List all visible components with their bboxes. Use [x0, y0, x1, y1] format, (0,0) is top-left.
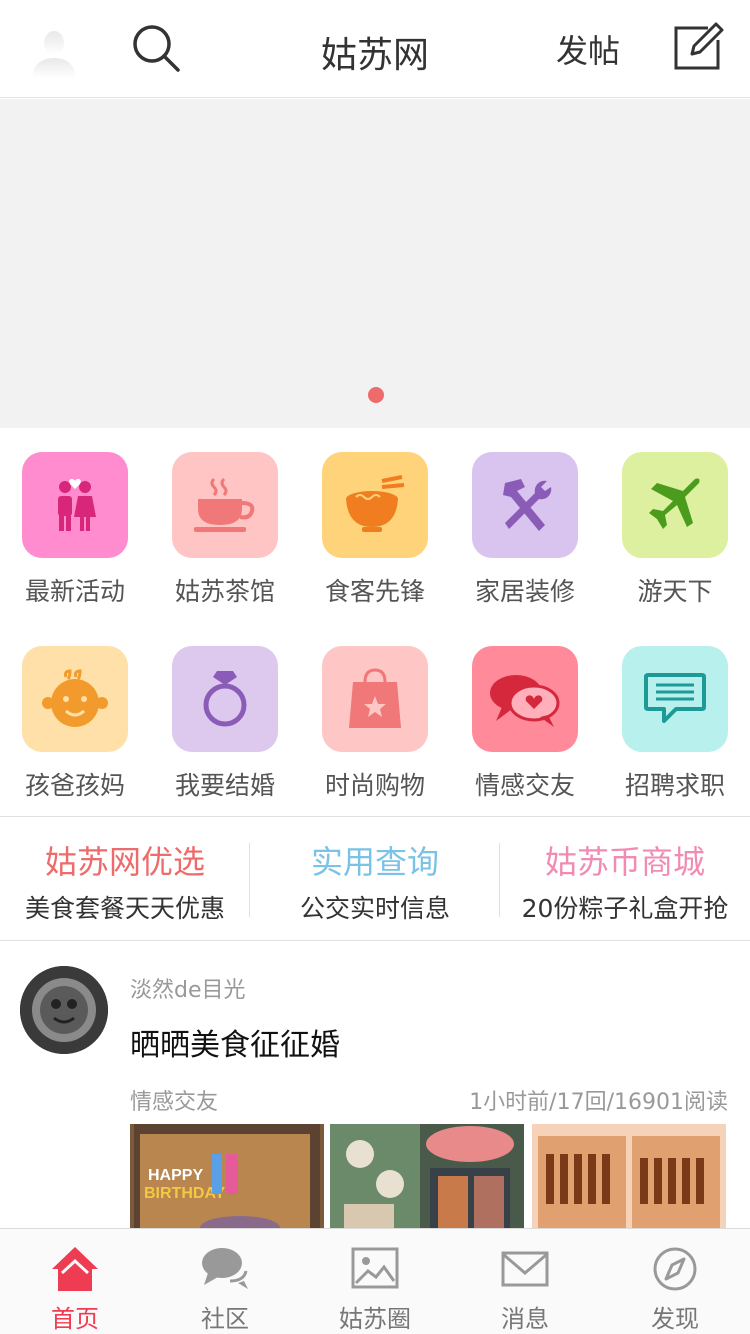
tab-label: 首页 — [51, 1305, 99, 1333]
category-label: 我要结婚 — [174, 771, 275, 800]
airplane-icon — [622, 452, 728, 558]
category-label: 最新活动 — [24, 577, 125, 606]
category-travel[interactable]: 游天下 — [600, 428, 750, 622]
category-label: 孩爸孩妈 — [24, 771, 125, 800]
tab-label: 发现 — [651, 1305, 699, 1333]
category-shopping[interactable]: 时尚购物 — [300, 622, 450, 816]
category-dating[interactable]: 情感交友 — [450, 622, 600, 816]
ring-icon — [172, 646, 278, 752]
tab-messages[interactable]: 消息 — [450, 1229, 600, 1334]
picture-icon — [351, 1247, 399, 1289]
noodle-bowl-icon — [322, 452, 428, 558]
tab-label: 社区 — [201, 1305, 249, 1333]
category-jobs[interactable]: 招聘求职 — [600, 622, 750, 816]
chat-heart-icon — [472, 646, 578, 752]
message-icon — [622, 646, 728, 752]
post-image-skewers[interactable] — [532, 1124, 726, 1228]
search-icon[interactable] — [130, 22, 182, 74]
category-label: 时尚购物 — [324, 771, 425, 800]
post-category[interactable]: 情感交友 — [130, 1084, 218, 1116]
post-button[interactable]: 发帖 — [556, 26, 620, 72]
couple-icon — [22, 452, 128, 558]
banner-carousel[interactable] — [0, 99, 750, 428]
post-title[interactable]: 晒晒美食征征婚 — [130, 1020, 340, 1064]
feature-title: 姑苏币商城 — [544, 843, 705, 881]
home-icon — [52, 1247, 98, 1291]
category-label: 招聘求职 — [624, 771, 725, 800]
category-teahouse[interactable]: 姑苏茶馆 — [150, 428, 300, 622]
edit-icon[interactable] — [672, 22, 724, 74]
category-parents[interactable]: 孩爸孩妈 — [0, 622, 150, 816]
category-label: 游天下 — [637, 577, 713, 606]
tab-community[interactable]: 社区 — [150, 1229, 300, 1334]
post-author[interactable]: 淡然de目光 — [130, 972, 246, 1004]
category-label: 家居装修 — [474, 577, 575, 606]
author-avatar[interactable] — [20, 966, 108, 1054]
category-label: 姑苏茶馆 — [174, 577, 275, 606]
tab-discover[interactable]: 发现 — [600, 1229, 750, 1334]
category-wedding[interactable]: 我要结婚 — [150, 622, 300, 816]
category-foodie[interactable]: 食客先锋 — [300, 428, 450, 622]
envelope-icon — [501, 1251, 549, 1287]
category-label: 情感交友 — [474, 771, 575, 800]
post-meta: 1小时前/17回/16901阅读 — [469, 1090, 728, 1115]
tab-label: 消息 — [501, 1305, 549, 1333]
tab-label: 姑苏圈 — [339, 1305, 411, 1333]
post-image-birthday[interactable]: HAPPY BIRTHDAY — [130, 1124, 324, 1228]
chat-bubbles-icon — [202, 1248, 248, 1289]
feature-coin-mall[interactable]: 姑苏币商城 20份粽子礼盒开抢 — [500, 817, 750, 941]
feature-links: 姑苏网优选 美食套餐天天优惠 实用查询 公交实时信息 姑苏币商城 20份粽子礼盒… — [0, 816, 750, 941]
baby-face-icon — [22, 646, 128, 752]
category-home-decor[interactable]: 家居装修 — [450, 428, 600, 622]
teacup-icon — [172, 452, 278, 558]
avatar-icon[interactable] — [28, 26, 80, 78]
category-label: 食客先锋 — [324, 577, 425, 606]
bottom-tab-bar: 首页 社区 姑苏圈 消息 发现 — [0, 1228, 750, 1334]
tab-gusu-circle[interactable]: 姑苏圈 — [300, 1229, 450, 1334]
svg-text:HAPPY: HAPPY — [148, 1167, 203, 1184]
carousel-dot[interactable] — [368, 387, 384, 403]
post-image-sushi[interactable] — [330, 1124, 524, 1228]
tab-home[interactable]: 首页 — [0, 1229, 150, 1334]
feature-subtitle: 20份粽子礼盒开抢 — [521, 894, 729, 923]
compass-icon — [653, 1247, 697, 1291]
feature-subtitle: 美食套餐天天优惠 — [24, 894, 225, 923]
feature-gusu-selection[interactable]: 姑苏网优选 美食套餐天天优惠 — [0, 817, 250, 941]
category-grid: 最新活动 姑苏茶馆 食客先锋 家居装修 游天下 孩爸孩妈 我要结婚 时尚购物 情… — [0, 428, 750, 816]
feature-title: 姑苏网优选 — [44, 843, 205, 881]
shopping-bag-icon — [322, 646, 428, 752]
page-title: 姑苏网 — [320, 35, 429, 76]
feature-subtitle: 公交实时信息 — [299, 894, 450, 923]
tools-icon — [472, 452, 578, 558]
category-latest-events[interactable]: 最新活动 — [0, 428, 150, 622]
feature-practical-query[interactable]: 实用查询 公交实时信息 — [250, 817, 500, 941]
post-item[interactable]: 淡然de目光 晒晒美食征征婚 情感交友 1小时前/17回/16901阅读 HAP… — [0, 942, 750, 1228]
top-nav-bar: 姑苏网 发帖 — [0, 0, 750, 98]
feature-title: 实用查询 — [310, 843, 439, 881]
